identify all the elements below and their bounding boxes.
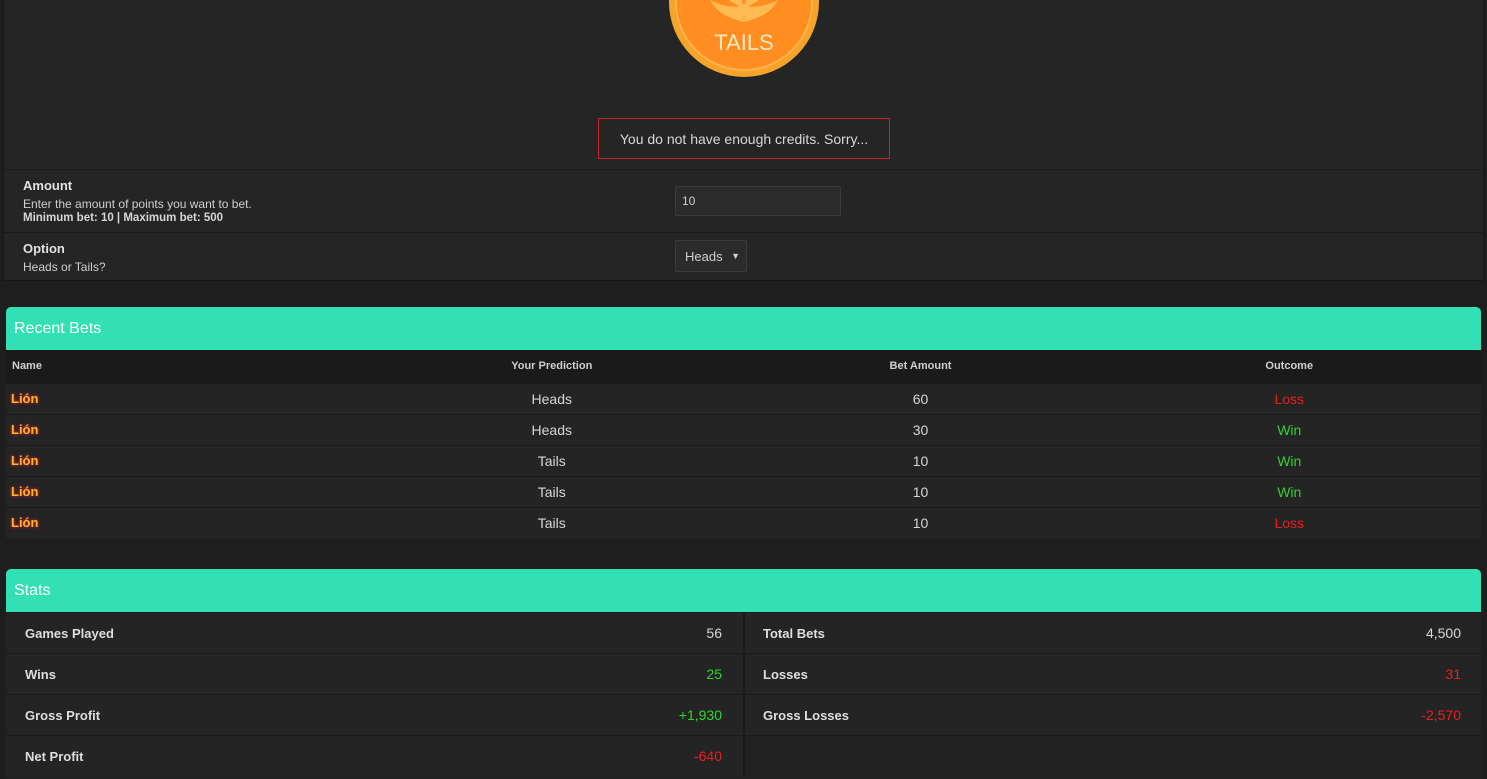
stats-right-column: Total Bets 4,500 Losses 31 Gross Losses …: [743, 612, 1481, 776]
stat-value: -2,570: [1421, 707, 1461, 723]
stat-gross-losses: Gross Losses -2,570: [745, 694, 1481, 735]
stat-net-profit: Net Profit -640: [6, 735, 743, 776]
chevron-down-icon: ▼: [731, 251, 740, 261]
bet-prediction: Tails: [537, 514, 566, 531]
stat-value: -640: [693, 748, 722, 764]
insufficient-credits-alert: You do not have enough credits. Sorry...: [598, 118, 890, 159]
coin-label: TAILS: [714, 30, 774, 55]
bet-user-name[interactable]: Lión: [6, 445, 360, 476]
column-header-outcome: Outcome: [1265, 360, 1314, 373]
option-description: Heads or Tails?: [23, 260, 106, 274]
option-label: Option: [23, 241, 65, 256]
table-row: Lión Tails 10 Loss: [6, 507, 1481, 538]
amount-row: Amount Enter the amount of points you wa…: [4, 169, 1483, 232]
stat-value: 31: [1445, 666, 1461, 682]
stat-total-bets: Total Bets 4,500: [745, 612, 1481, 653]
stat-label: Losses: [763, 666, 808, 682]
stat-value: 25: [706, 666, 722, 682]
bet-user-name[interactable]: Lión: [6, 507, 360, 538]
table-header-row: Name Your Prediction Bet Amount Outcome: [6, 350, 1481, 383]
table-row: Lión Heads 60 Loss: [6, 383, 1481, 414]
stat-games-played: Games Played 56: [6, 612, 743, 653]
recent-bets-table: Name Your Prediction Bet Amount Outcome …: [6, 350, 1481, 538]
table-row: Lión Heads 30 Win: [6, 414, 1481, 445]
amount-limits: Minimum bet: 10 | Maximum bet: 500: [23, 212, 224, 224]
option-selected-value: Heads: [685, 248, 723, 264]
stat-label: Net Profit: [25, 748, 84, 764]
amount-label: Amount: [23, 178, 73, 193]
bet-user-name[interactable]: Lión: [6, 476, 360, 507]
bet-user-name[interactable]: Lión: [6, 414, 360, 445]
bet-outcome: Loss: [1274, 390, 1305, 407]
bet-amount: 10: [912, 514, 929, 531]
bet-outcome: Loss: [1274, 514, 1305, 531]
stat-empty-cell: [745, 735, 1481, 776]
stats-left-column: Games Played 56 Wins 25 Gross Profit +1,…: [6, 612, 743, 776]
stat-value: 56: [706, 625, 722, 641]
bet-outcome: Win: [1277, 483, 1302, 500]
stats-grid: Games Played 56 Wins 25 Gross Profit +1,…: [6, 612, 1481, 776]
bet-prediction: Heads: [531, 390, 572, 407]
stat-losses: Losses 31: [745, 653, 1481, 694]
bet-prediction: Tails: [537, 483, 566, 500]
bet-amount: 10: [912, 452, 929, 469]
stat-label: Games Played: [25, 625, 114, 641]
coin-tails-image: TAILS: [668, 0, 820, 78]
stat-label: Gross Profit: [25, 707, 101, 723]
table-row: Lión Tails 10 Win: [6, 476, 1481, 507]
bet-prediction: Tails: [537, 452, 566, 469]
stat-gross-profit: Gross Profit +1,930: [6, 694, 743, 735]
recent-bets-panel: Recent Bets Name Your Prediction Bet Amo…: [6, 307, 1481, 538]
alert-message: You do not have enough credits. Sorry...: [619, 130, 869, 147]
stat-value: +1,930: [678, 707, 722, 723]
stat-wins: Wins 25: [6, 653, 743, 694]
bet-prediction: Heads: [531, 421, 572, 438]
stats-panel: Stats Games Played 56 Wins 25 Gross Prof…: [6, 569, 1481, 779]
stat-label: Gross Losses: [763, 707, 849, 723]
column-header-amount: Bet Amount: [889, 360, 952, 373]
bet-amount: 30: [912, 421, 929, 438]
bet-user-name[interactable]: Lión: [6, 383, 360, 414]
option-select[interactable]: Heads ▼: [675, 240, 747, 272]
coin-flip-panel: TAILS You do not have enough credits. So…: [3, 0, 1484, 281]
bet-outcome: Win: [1277, 421, 1302, 438]
stats-title: Stats: [6, 569, 1481, 612]
amount-description: Enter the amount of points you want to b…: [23, 197, 252, 211]
recent-bets-title: Recent Bets: [6, 307, 1481, 350]
table-row: Lión Tails 10 Win: [6, 445, 1481, 476]
bet-amount: 10: [912, 483, 929, 500]
bet-amount: 60: [912, 390, 929, 407]
bet-outcome: Win: [1277, 452, 1302, 469]
column-header-name: Name: [12, 360, 42, 373]
option-row: Option Heads or Tails? Heads ▼: [4, 232, 1483, 280]
stat-label: Wins: [25, 666, 56, 682]
amount-input[interactable]: [675, 186, 841, 216]
stat-value: 4,500: [1425, 625, 1461, 641]
column-header-prediction: Your Prediction: [511, 360, 593, 373]
stat-label: Total Bets: [763, 625, 825, 641]
